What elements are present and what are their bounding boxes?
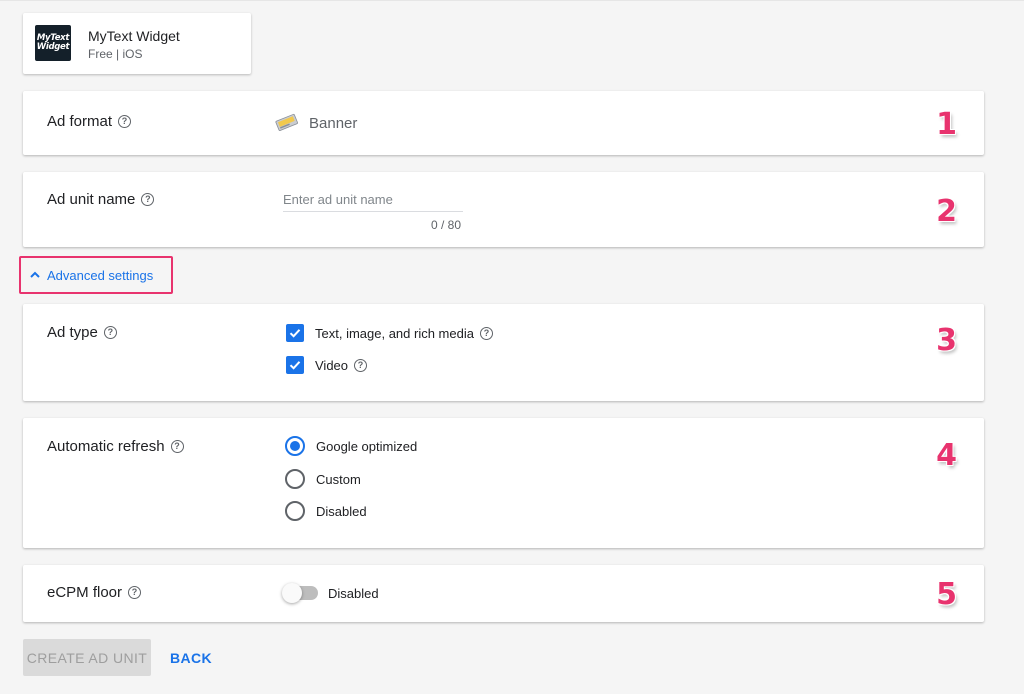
ecpm-floor-toggle[interactable]: [282, 583, 318, 603]
ecpm-floor-label: eCPM floor: [47, 584, 123, 601]
ad-format-label-group: Ad format ?: [47, 113, 132, 130]
refresh-option-label: Disabled: [316, 503, 367, 519]
top-divider: [0, 0, 1024, 1]
ad-type-label: Ad type: [47, 324, 98, 341]
ad-format-card: Ad format ? Banner 1: [23, 91, 984, 155]
help-icon[interactable]: ?: [170, 440, 184, 453]
app-icon: MyText Widget: [35, 25, 71, 61]
ad-unit-name-input[interactable]: [283, 188, 463, 212]
help-icon[interactable]: ?: [354, 358, 368, 372]
ad-type-option-label: Text, image, and rich media: [315, 325, 474, 341]
step-number-4: 4: [936, 438, 957, 473]
ecpm-floor-card: eCPM floor ? Disabled 5: [23, 565, 984, 622]
ecpm-floor-label-group: eCPM floor ?: [47, 584, 142, 601]
ad-format-value-text: Banner: [309, 114, 358, 132]
step-number-2: 2: [936, 194, 957, 229]
ad-type-label-group: Ad type ?: [47, 324, 117, 341]
create-ad-unit-button[interactable]: CREATE AD UNIT: [23, 639, 151, 676]
app-icon-text-line2: Widget: [36, 42, 70, 52]
app-card[interactable]: MyText Widget MyText Widget Free | iOS: [23, 13, 251, 74]
ad-format-label: Ad format: [47, 113, 113, 130]
automatic-refresh-label-group: Automatic refresh ?: [47, 438, 184, 455]
refresh-option-label: Custom: [316, 471, 361, 487]
ad-unit-name-label: Ad unit name: [47, 191, 136, 208]
automatic-refresh-card: Automatic refresh ? Google optimized Cus…: [23, 418, 984, 548]
radio-unselected[interactable]: [285, 469, 305, 489]
app-name: MyText Widget: [88, 28, 180, 44]
ecpm-floor-toggle-label: Disabled: [328, 585, 379, 601]
radio-unselected[interactable]: [285, 501, 305, 521]
checkbox-checked[interactable]: [286, 324, 304, 342]
help-icon[interactable]: ?: [479, 326, 493, 340]
ad-unit-name-card: Ad unit name ? 0 / 80 2: [23, 172, 984, 247]
help-icon[interactable]: ?: [141, 193, 155, 206]
help-icon[interactable]: ?: [128, 586, 142, 599]
step-number-3: 3: [936, 323, 957, 358]
checkbox-checked[interactable]: [286, 356, 304, 374]
refresh-option-disabled[interactable]: Disabled: [285, 501, 367, 521]
check-icon: [289, 329, 301, 338]
ad-type-option-rich-media[interactable]: Text, image, and rich media ?: [286, 324, 493, 342]
radio-selected[interactable]: [285, 436, 305, 456]
ecpm-floor-toggle-group[interactable]: Disabled: [282, 583, 379, 603]
char-counter: 0 / 80: [431, 218, 462, 232]
banner-icon: [275, 113, 298, 131]
ad-unit-name-label-group: Ad unit name ?: [47, 191, 155, 208]
refresh-option-label: Google optimized: [316, 438, 418, 454]
ad-type-option-label: Video: [315, 357, 349, 373]
advanced-settings-label: Advanced settings: [47, 267, 154, 283]
help-icon[interactable]: ?: [118, 115, 132, 128]
automatic-refresh-label: Automatic refresh: [47, 438, 165, 455]
ad-type-card: Ad type ? Text, image, and rich media ? …: [23, 304, 984, 401]
ad-format-value: Banner: [275, 113, 357, 133]
refresh-option-google-optimized[interactable]: Google optimized: [285, 436, 417, 456]
advanced-settings-toggle[interactable]: Advanced settings: [19, 256, 173, 294]
ad-type-option-video[interactable]: Video ?: [286, 356, 368, 374]
refresh-option-custom[interactable]: Custom: [285, 469, 361, 489]
step-number-5: 5: [936, 577, 957, 612]
app-meta: Free | iOS: [88, 47, 143, 61]
help-icon[interactable]: ?: [103, 326, 117, 339]
step-number-1: 1: [936, 107, 957, 142]
chevron-up-icon: [30, 271, 40, 278]
toggle-thumb: [282, 583, 302, 603]
check-icon: [289, 361, 301, 370]
back-button[interactable]: BACK: [162, 639, 220, 676]
